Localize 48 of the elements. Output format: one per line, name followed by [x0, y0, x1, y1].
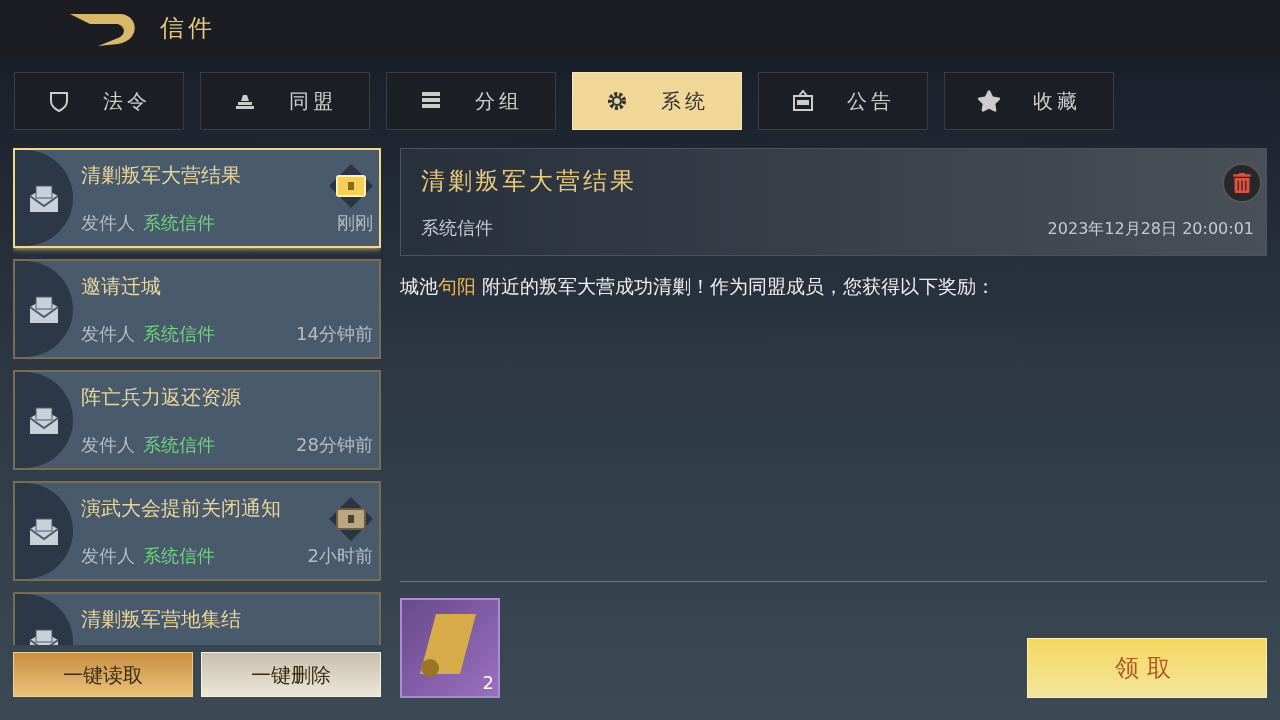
mail-subject: 邀请迁城	[81, 273, 162, 300]
sender-name: 系统信件	[143, 544, 215, 568]
tab[interactable]: 系统	[572, 72, 742, 130]
sender-label: 发件人	[81, 322, 135, 346]
mail-subject: 清剿叛军营地集结	[81, 606, 242, 633]
sender-name: 系统信件	[143, 433, 215, 457]
sender-name: 系统信件	[143, 322, 215, 346]
mail-body: 城池句阳 附近的叛军大营成功清剿！作为同盟成员，您获得以下奖励：	[400, 274, 997, 299]
sender-label: 发件人	[81, 211, 135, 235]
action-button[interactable]: 一键读取	[13, 652, 193, 697]
mail-time: 28分钟前	[296, 433, 373, 457]
shield-icon	[47, 89, 71, 113]
sender-label: 发件人	[81, 544, 135, 568]
notice-board-icon	[791, 89, 815, 113]
mail-item[interactable]: 邀请迁城 发件人 系统信件 14分钟前	[13, 259, 381, 359]
claim-button[interactable]: 领取	[1027, 638, 1267, 698]
star-icon	[977, 89, 1001, 113]
sender-label: 发件人	[81, 433, 135, 457]
tab[interactable]: 同盟	[200, 72, 370, 130]
reward-item[interactable]: 2	[400, 598, 500, 698]
mail-item[interactable]: 清剿叛军营地集结	[13, 592, 381, 645]
mail-item[interactable]: 阵亡兵力返还资源 发件人 系统信件 28分钟前	[13, 370, 381, 470]
mail-subject: 清剿叛军大营结果	[81, 162, 242, 189]
delete-icon	[1232, 173, 1252, 193]
envelope-icon	[28, 182, 60, 214]
mail-time: 14分钟前	[296, 322, 373, 346]
mail-sender: 系统信件	[421, 216, 493, 240]
mail-item[interactable]: 清剿叛军大营结果 发件人 系统信件 刚刚	[13, 148, 381, 248]
reward-count: 2	[482, 671, 494, 695]
tab[interactable]: 分组	[386, 72, 556, 130]
sender-name: 系统信件	[143, 211, 215, 235]
mail-time: 刚刚	[337, 211, 373, 235]
mail-datetime: 2023年12月28日 20:00:01	[1047, 218, 1254, 240]
page-title: 信件	[160, 12, 216, 44]
delete-button[interactable]	[1222, 163, 1262, 203]
tab[interactable]: 法令	[14, 72, 184, 130]
tab[interactable]: 公告	[758, 72, 928, 130]
envelope-icon	[28, 293, 60, 325]
envelope-icon	[28, 404, 60, 436]
mail-item[interactable]: 演武大会提前关闭通知 发件人 系统信件 2小时前	[13, 481, 381, 581]
action-button[interactable]: 一键删除	[201, 652, 381, 697]
mail-subject: 演武大会提前关闭通知	[81, 495, 282, 522]
tab[interactable]: 收藏	[944, 72, 1114, 130]
envelope-icon	[28, 515, 60, 547]
mail-title: 清剿叛军大营结果	[421, 166, 637, 197]
mail-subject: 阵亡兵力返还资源	[81, 384, 242, 411]
gear-icon	[605, 89, 629, 113]
mail-time: 2小时前	[307, 544, 373, 568]
